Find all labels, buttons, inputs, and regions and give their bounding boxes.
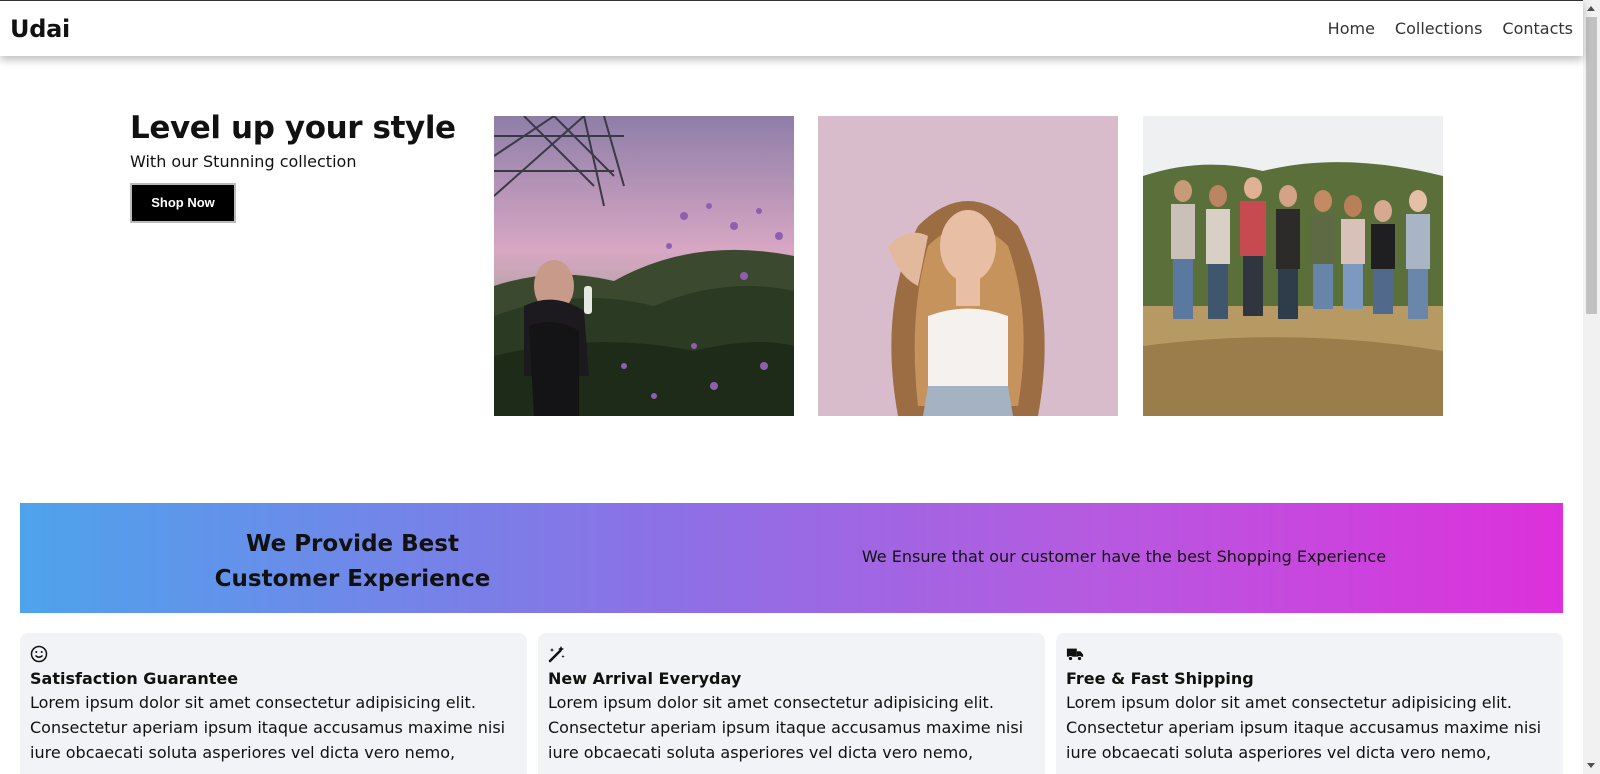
feature-card-satisfaction: Satisfaction Guarantee Lorem ipsum dolor… bbox=[20, 633, 527, 774]
feature-card-new-arrival: New Arrival Everyday Lorem ipsum dolor s… bbox=[538, 633, 1045, 774]
banner-title-line-2: Customer Experience bbox=[214, 566, 491, 592]
nav-link-home[interactable]: Home bbox=[1328, 19, 1375, 38]
vertical-scrollbar[interactable] bbox=[1583, 0, 1600, 774]
feature-card-shipping: Free & Fast Shipping Lorem ipsum dolor s… bbox=[1056, 633, 1563, 774]
nav-link-contacts[interactable]: Contacts bbox=[1502, 19, 1573, 38]
truck-icon bbox=[1066, 648, 1084, 662]
field-photo-image bbox=[494, 116, 794, 416]
top-navbar: Udai Home Collections Contacts bbox=[0, 0, 1583, 56]
shop-now-button[interactable]: Shop Now bbox=[130, 183, 236, 223]
feature-text: Lorem ipsum dolor sit amet consectetur a… bbox=[548, 693, 1024, 762]
banner-title: We Provide Best Customer Experience bbox=[20, 527, 685, 597]
nav-links: Home Collections Contacts bbox=[1328, 19, 1573, 38]
hero-subtitle: With our Stunning collection bbox=[130, 152, 357, 171]
nav-link-collections[interactable]: Collections bbox=[1395, 19, 1482, 38]
scrollbar-thumb[interactable] bbox=[1586, 17, 1597, 314]
banner-text: We Ensure that our customer have the bes… bbox=[861, 547, 1387, 566]
hero-photo-portrait bbox=[818, 116, 1118, 416]
scroll-up-arrow-icon[interactable] bbox=[1587, 6, 1595, 11]
hero-section: Level up your style With our Stunning co… bbox=[130, 110, 456, 223]
feature-title: Free & Fast Shipping bbox=[1066, 669, 1254, 688]
feature-title: Satisfaction Guarantee bbox=[30, 669, 239, 688]
customer-experience-banner: We Provide Best Customer Experience We E… bbox=[20, 503, 1563, 613]
banner-title-line-1: We Provide Best bbox=[246, 531, 459, 557]
hero-title: Level up your style bbox=[130, 110, 456, 146]
hero-photo-field bbox=[494, 116, 794, 416]
smile-icon bbox=[30, 645, 48, 663]
features-row: Satisfaction Guarantee Lorem ipsum dolor… bbox=[20, 633, 1563, 774]
feature-text: Lorem ipsum dolor sit amet consectetur a… bbox=[30, 693, 506, 762]
magic-wand-icon bbox=[548, 646, 565, 663]
feature-title: New Arrival Everyday bbox=[548, 669, 742, 688]
scroll-down-arrow-icon[interactable] bbox=[1587, 763, 1595, 768]
brand-logo[interactable]: Udai bbox=[10, 15, 70, 43]
hero-photo-group bbox=[1143, 116, 1443, 416]
group-photo-image bbox=[1143, 116, 1443, 416]
feature-text: Lorem ipsum dolor sit amet consectetur a… bbox=[1066, 693, 1542, 762]
portrait-photo-image bbox=[818, 116, 1118, 416]
